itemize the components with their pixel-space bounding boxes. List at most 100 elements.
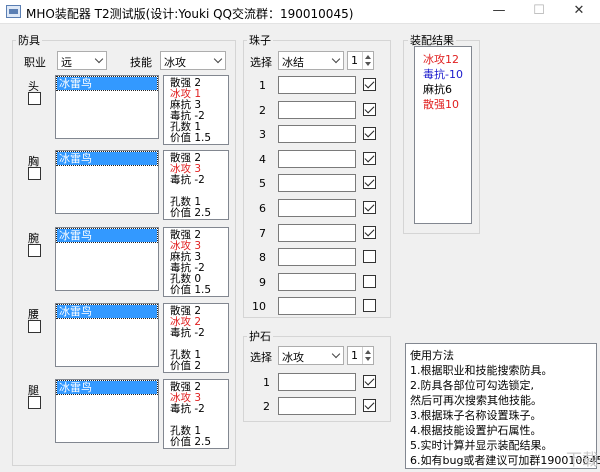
gem-name-field[interactable]: [278, 100, 356, 119]
armor-listbox[interactable]: 冰雷鸟: [55, 227, 159, 291]
stat-line: 价值 2.5: [170, 436, 212, 448]
gem-checkbox[interactable]: [363, 274, 376, 288]
spin-up-icon[interactable]: [365, 350, 371, 354]
spin-down-icon[interactable]: [365, 357, 371, 361]
gem-checkbox[interactable]: [363, 127, 376, 141]
gem-checkbox[interactable]: [363, 78, 376, 91]
armor-stats-box: 散强 2 冰攻 3 毒抗 -2 孔数 1 价值 2.5: [163, 150, 229, 220]
gem-checkbox[interactable]: [363, 225, 376, 239]
job-label: 职业: [24, 56, 46, 69]
usage-line: 使用方法: [410, 349, 454, 362]
armor-listbox[interactable]: 冰雷鸟: [55, 75, 159, 139]
amulet-group-title: 护石: [247, 328, 273, 344]
gem-checkbox[interactable]: [363, 151, 376, 165]
armor-stats-box: 散强 2 冰攻 2 毒抗 -2 孔数 1 价值 2: [163, 303, 229, 373]
usage-line: 1.根据职业和技能搜索防具。: [410, 364, 553, 377]
list-item[interactable]: 冰雷鸟: [56, 304, 158, 319]
armor-listbox[interactable]: 冰雷鸟: [55, 150, 159, 214]
gem-checkbox[interactable]: [363, 250, 376, 264]
stat-line: 毒抗 -2: [170, 327, 205, 339]
job-select-value: 远: [61, 56, 72, 69]
usage-line: 3.根据珠子名称设置珠子。: [410, 409, 542, 422]
stat-line: 价值 2: [170, 360, 202, 372]
result-line: 散强10: [423, 98, 459, 111]
spin-down-icon[interactable]: [365, 62, 371, 66]
gem-count-spinner[interactable]: 1: [347, 51, 374, 70]
gem-checkbox[interactable]: [363, 201, 376, 214]
result-line: 毒抗-10: [423, 68, 463, 81]
gem-checkbox[interactable]: [363, 102, 376, 116]
amulet-checkbox[interactable]: [363, 375, 376, 388]
gem-row-number: 6: [259, 202, 266, 215]
gem-row-number: 10: [252, 300, 266, 314]
chevron-down-icon: [331, 54, 341, 64]
armor-lock-checkbox[interactable]: [28, 320, 41, 333]
gem-select-value: 冰结: [282, 56, 304, 69]
gem-checkbox[interactable]: [363, 299, 376, 313]
amulet-select[interactable]: 冰攻: [278, 346, 344, 365]
gem-row-number: 7: [259, 226, 266, 240]
gem-name-field[interactable]: [278, 199, 356, 217]
list-item[interactable]: 冰雷鸟: [56, 76, 158, 91]
minimize-button[interactable]: —: [480, 0, 518, 24]
amulet-select-value: 冰攻: [282, 351, 304, 364]
armor-listbox[interactable]: 冰雷鸟: [55, 303, 159, 367]
gem-row-number: 9: [259, 275, 266, 289]
gem-count-value: 1: [351, 54, 358, 67]
gem-name-field[interactable]: [278, 76, 356, 94]
armor-lock-checkbox[interactable]: [28, 167, 41, 180]
usage-line: 5.实时计算并显示装配结果。: [410, 439, 553, 452]
gem-name-field[interactable]: [278, 223, 356, 242]
skill-select[interactable]: 冰攻: [160, 51, 226, 70]
skill-select-value: 冰攻: [164, 56, 186, 69]
gem-name-field[interactable]: [278, 174, 356, 193]
chevron-down-icon: [94, 54, 104, 64]
spin-up-icon[interactable]: [365, 55, 371, 59]
gem-name-field[interactable]: [278, 272, 356, 291]
gem-checkbox[interactable]: [363, 176, 376, 190]
amulet-select-label: 选择: [250, 351, 272, 364]
app-icon: [6, 5, 21, 18]
title-bar[interactable]: MHO装配器 T2测试版(设计:Youki QQ交流群：190010045) —…: [0, 0, 600, 24]
amulet-value-field[interactable]: [278, 373, 356, 391]
amulet-row-number: 1: [263, 376, 270, 389]
usage-line: 4.根据技能设置护石属性。: [410, 424, 542, 437]
armor-lock-checkbox[interactable]: [28, 244, 41, 257]
armor-lock-checkbox[interactable]: [28, 396, 41, 409]
gem-name-field[interactable]: [278, 149, 356, 168]
chevron-down-icon: [213, 54, 223, 64]
result-list[interactable]: 冰攻12 毒抗-10 麻抗6 散强10: [414, 46, 472, 224]
armor-group-title: 防具: [16, 32, 42, 48]
gem-name-field[interactable]: [278, 125, 356, 144]
chevron-down-icon: [331, 349, 341, 359]
armor-stats-box: 散强 2 冰攻 3 毒抗 -2 孔数 1 价值 2.5: [163, 379, 229, 449]
usage-line: 然后可再次搜索其他技能。: [410, 394, 542, 407]
armor-stats-box: 散强 2 冰攻 1 麻抗 3 毒抗 -2 孔数 1 价值 1.5: [163, 75, 229, 145]
stat-line: 毒抗 -2: [170, 174, 205, 186]
skill-label: 技能: [130, 56, 152, 69]
gem-name-field[interactable]: [278, 297, 356, 316]
maximize-button[interactable]: ☐: [520, 0, 558, 24]
gem-select[interactable]: 冰结: [278, 51, 344, 70]
close-button[interactable]: ✕: [560, 0, 598, 24]
amulet-count-spinner[interactable]: 1: [347, 346, 374, 365]
list-item[interactable]: 冰雷鸟: [56, 380, 158, 395]
gem-row-number: 2: [259, 103, 266, 117]
armor-listbox[interactable]: 冰雷鸟: [55, 379, 159, 443]
amulet-checkbox[interactable]: [363, 399, 376, 412]
gem-row-number: 3: [259, 128, 266, 142]
job-select[interactable]: 远: [57, 51, 107, 70]
list-item[interactable]: 冰雷鸟: [56, 151, 158, 166]
gem-row-number: 1: [259, 79, 266, 92]
stat-line: 价值 1.5: [170, 284, 212, 296]
amulet-value-field[interactable]: [278, 397, 356, 415]
result-line: 麻抗6: [423, 83, 452, 96]
gem-name-field[interactable]: [278, 248, 356, 267]
window-title: MHO装配器 T2测试版(设计:Youki QQ交流群：190010045): [26, 7, 354, 21]
amulet-row-number: 2: [263, 400, 270, 413]
armor-lock-checkbox[interactable]: [28, 92, 41, 105]
list-item[interactable]: 冰雷鸟: [56, 228, 158, 243]
gem-select-label: 选择: [250, 56, 272, 69]
stat-line: 价值 2.5: [170, 207, 212, 219]
result-line: 冰攻12: [423, 53, 459, 66]
